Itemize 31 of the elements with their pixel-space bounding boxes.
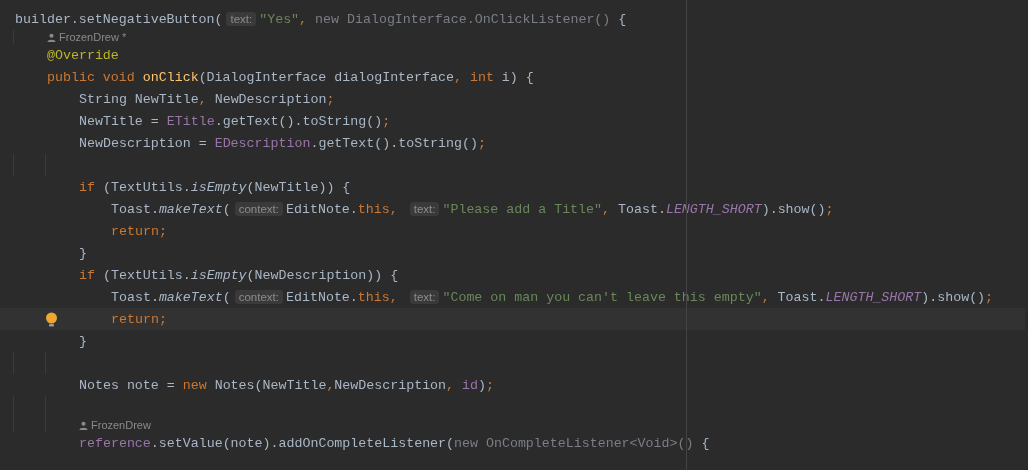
person-icon: [79, 420, 88, 430]
parameter-hint: context:: [234, 202, 283, 216]
code-text: reference.setValue(note).addOnCompleteListener(new OnCompleteListener<Void>() {: [79, 435, 710, 451]
code-text: builder.setNegativeButton(: [15, 11, 223, 27]
code-text: NewTitle = ETitle.getText().toString();: [79, 113, 391, 129]
code-text: "Please add a Title", Toast.LENGTH_SHORT).show();: [442, 201, 834, 217]
code-text: public void onClick(DialogInterface dialogInterface, int i) {: [47, 69, 534, 85]
code-text: String NewTitle, NewDescription;: [79, 91, 335, 107]
code-text: return;: [111, 311, 167, 327]
parameter-hint: text:: [409, 202, 440, 216]
code-text: if (TextUtils.isEmpty(NewTitle)) {: [79, 179, 351, 195]
lightbulb-icon[interactable]: [45, 312, 58, 327]
code-text: EditNote.this,: [286, 289, 399, 305]
code-text: @Override: [47, 47, 119, 63]
code-text: Notes note = new Notes(NewTitle,NewDescription, id);: [79, 377, 494, 393]
code-text: "Come on man you can't leave this empty", Toast.LENGTH_SHORT).show();: [442, 289, 994, 305]
parameter-hint: text:: [226, 12, 257, 26]
author-hint[interactable]: FrozenDrew *: [59, 31, 127, 43]
code-text: }: [79, 245, 87, 261]
person-icon: [47, 32, 56, 42]
code-text: "Yes", new DialogInterface.OnClickListener() {: [259, 11, 627, 27]
code-text: Toast.makeText(: [111, 201, 231, 217]
code-text: if (TextUtils.isEmpty(NewDescription)) {: [79, 267, 399, 283]
code-text: return;: [111, 223, 167, 239]
parameter-hint: context:: [234, 290, 283, 304]
author-hint[interactable]: FrozenDrew: [91, 419, 151, 431]
code-text: Toast.makeText(: [111, 289, 231, 305]
parameter-hint: text:: [409, 290, 440, 304]
code-text: EditNote.this,: [286, 201, 399, 217]
code-text: NewDescription = EDescription.getText().toString();: [79, 135, 486, 151]
code-text: }: [79, 333, 87, 349]
